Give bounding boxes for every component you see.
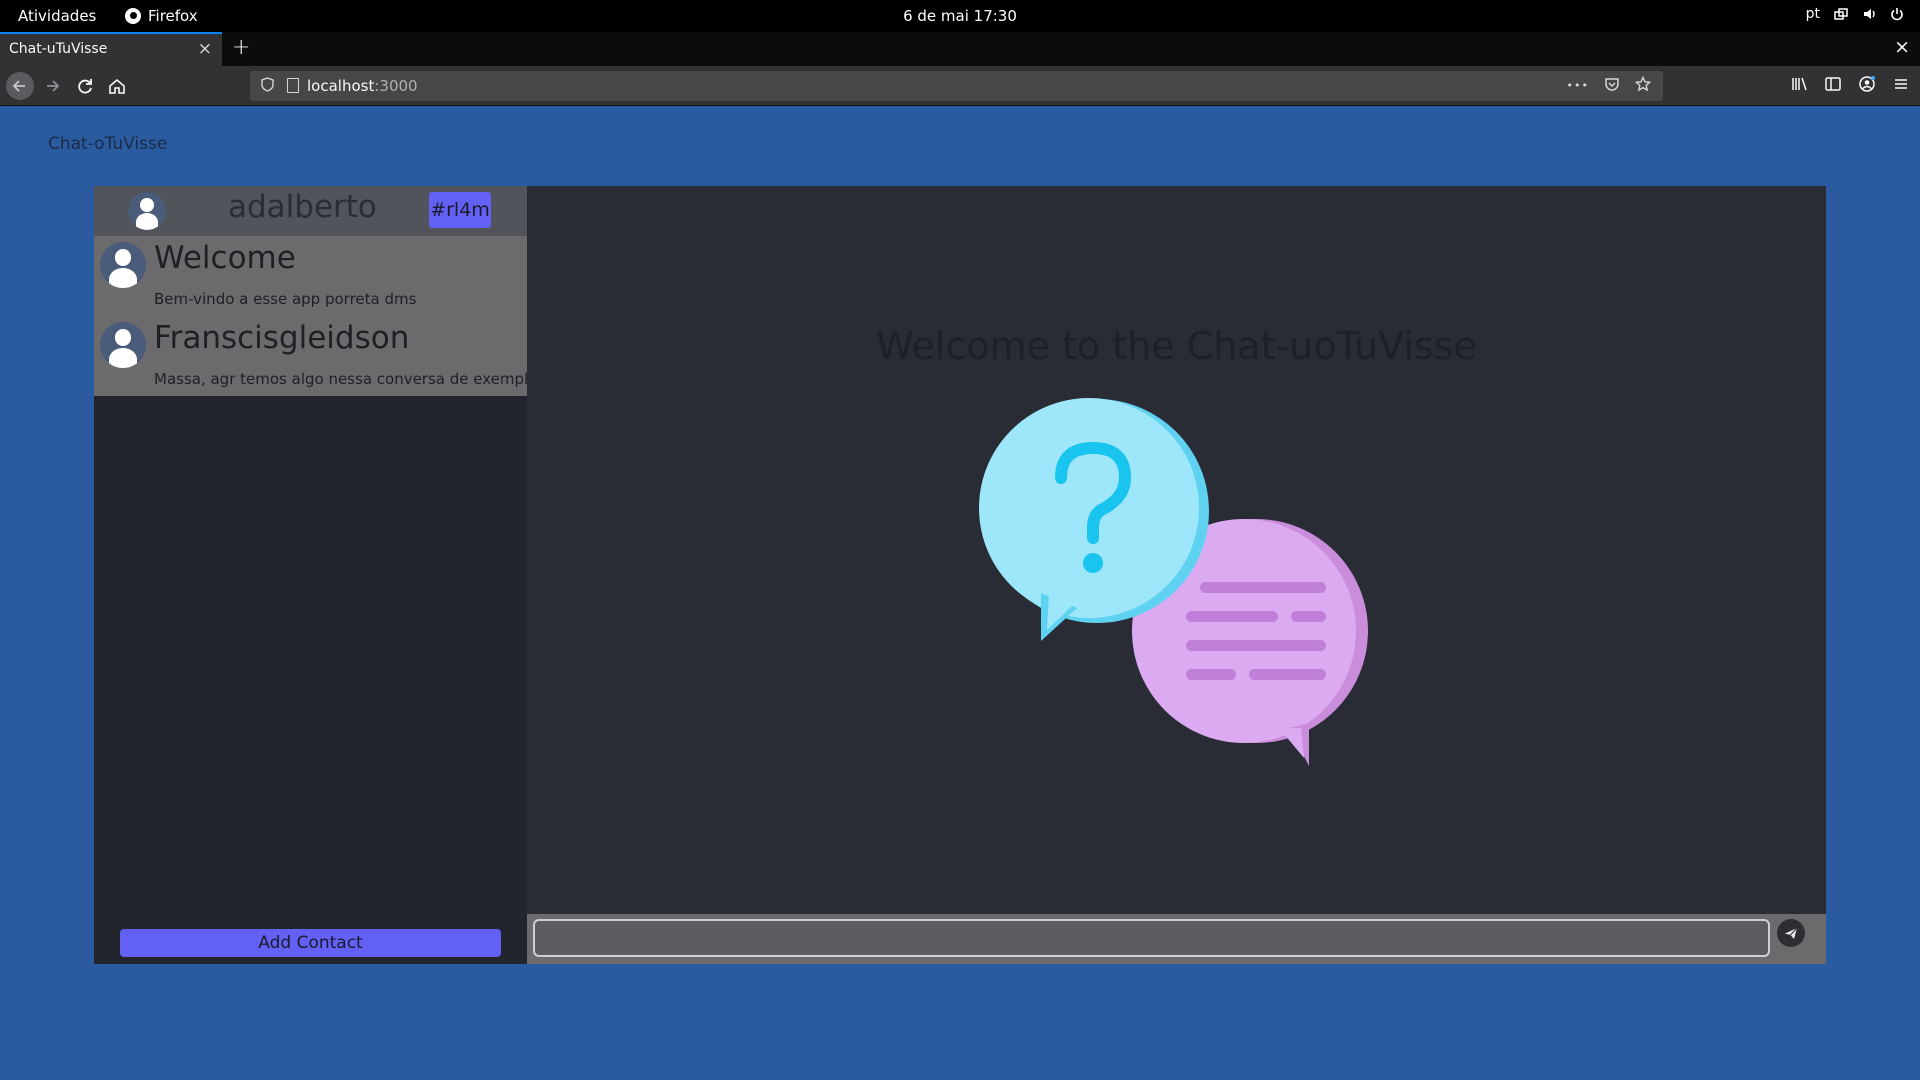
bookmark-star-icon[interactable] [1635, 76, 1651, 92]
page-title: Chat-oTuVisse [48, 134, 168, 154]
contact-avatar-icon [100, 322, 146, 368]
sidebar: adalberto #rl4m Welcome Bem-vindo a esse… [94, 186, 537, 964]
chat-app: adalberto #rl4m Welcome Bem-vindo a esse… [94, 186, 1826, 964]
url-host: localhost [307, 77, 375, 95]
url-text[interactable]: localhost:3000 [307, 77, 418, 95]
power-icon [1891, 8, 1903, 21]
contact-name: Welcome [154, 240, 296, 276]
reload-icon[interactable] [72, 73, 98, 99]
contact-last-message: Bem-vindo a esse app porreta dms [154, 290, 417, 308]
message-input[interactable] [533, 919, 1770, 957]
tab-close-icon[interactable]: × [198, 39, 212, 59]
message-composer [527, 914, 1826, 964]
os-top-bar: Atividades Firefox 6 de mai 17:30 pt [0, 0, 1920, 32]
window-close-button[interactable]: × [1894, 36, 1910, 58]
firefox-icon [125, 8, 141, 24]
app-menu-firefox[interactable]: Firefox [125, 7, 198, 25]
send-button[interactable] [1777, 919, 1805, 947]
chat-panel: Welcome to the Chat-uoTuVisse [527, 186, 1826, 964]
tab-strip: Chat-uTuVisse × + × [0, 32, 1920, 66]
system-tray[interactable]: pt [1806, 6, 1904, 22]
user-name: adalberto [228, 189, 377, 225]
url-bar[interactable]: localhost:3000 ••• [250, 71, 1663, 101]
new-tab-button[interactable]: + [232, 35, 250, 60]
user-header: adalberto #rl4m [94, 186, 527, 236]
page-actions-more-icon[interactable]: ••• [1567, 79, 1589, 92]
contact-last-message: Massa, agr temos algo nessa conversa de … [154, 370, 538, 388]
welcome-heading: Welcome to the Chat-uoTuVisse [876, 324, 1477, 368]
library-icon[interactable] [1790, 75, 1808, 93]
contact-name: Franscisgleidson [154, 320, 410, 356]
account-icon[interactable] [1858, 75, 1876, 93]
nav-bar: localhost:3000 ••• [0, 66, 1920, 106]
network-icon [1834, 8, 1848, 20]
user-code-badge[interactable]: #rl4m [429, 192, 491, 228]
tab-title: Chat-uTuVisse [9, 41, 108, 57]
user-avatar-icon[interactable] [128, 192, 166, 230]
pocket-icon[interactable] [1604, 76, 1620, 92]
clock[interactable]: 6 de mai 17:30 [903, 7, 1017, 25]
contact-item-franscisgleidson[interactable]: Franscisgleidson Massa, agr temos algo n… [94, 316, 537, 396]
contact-item-welcome[interactable]: Welcome Bem-vindo a esse app porreta dms [94, 236, 527, 316]
back-icon[interactable] [6, 72, 34, 100]
send-icon [1785, 927, 1798, 939]
menu-icon[interactable] [1892, 75, 1910, 93]
volume-icon [1864, 9, 1875, 19]
app-name: Firefox [148, 7, 198, 25]
contact-list: Welcome Bem-vindo a esse app porreta dms… [94, 236, 537, 396]
url-port: :3000 [374, 77, 418, 95]
activities-button[interactable]: Atividades [18, 7, 96, 25]
tab-chat-utuvisse[interactable]: Chat-uTuVisse × [0, 32, 222, 66]
page-info-icon[interactable] [287, 78, 299, 93]
sidebar-icon[interactable] [1824, 75, 1842, 93]
add-contact-button[interactable]: Add Contact [120, 929, 501, 957]
tracking-shield-icon[interactable] [261, 77, 274, 92]
chat-bubbles-illustration [979, 398, 1368, 766]
home-icon[interactable] [104, 73, 130, 99]
forward-icon[interactable] [40, 73, 66, 99]
contact-avatar-icon [100, 242, 146, 288]
keyboard-layout[interactable]: pt [1806, 6, 1820, 22]
